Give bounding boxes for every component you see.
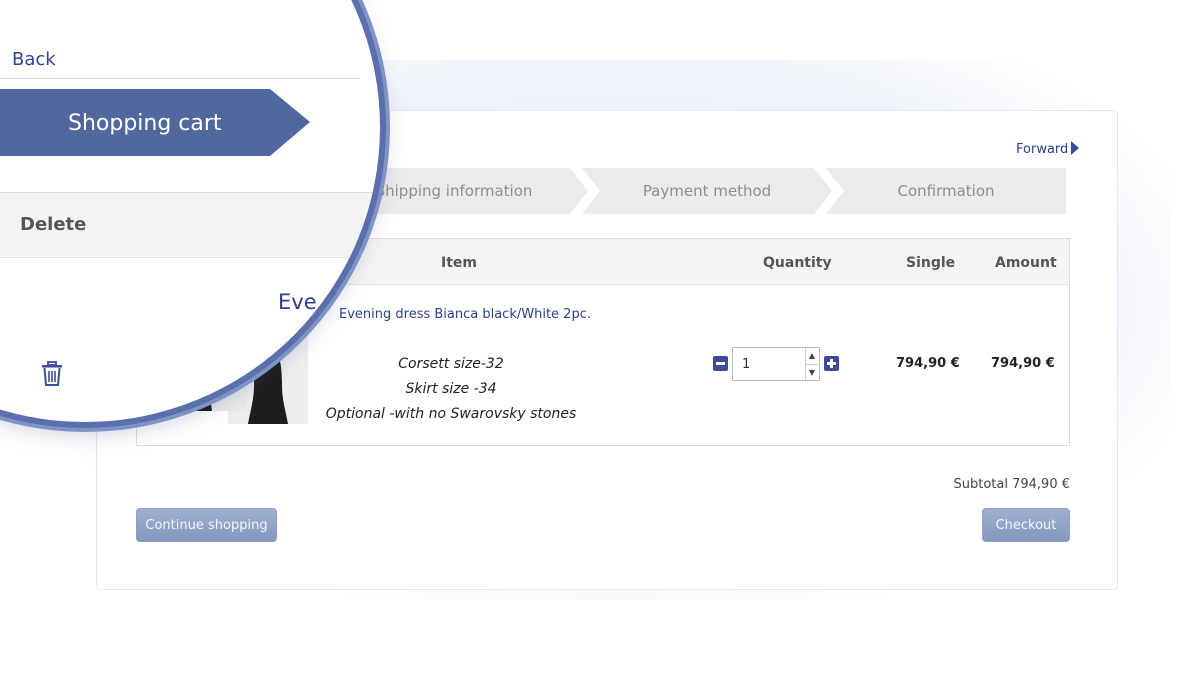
forward-arrow-icon bbox=[1071, 141, 1080, 155]
header-amount: Amount bbox=[995, 255, 1057, 271]
trash-icon[interactable] bbox=[41, 361, 63, 386]
continue-shopping-button[interactable]: Continue shopping bbox=[136, 508, 277, 542]
magnifier-lens: Back Shopping cart Delete Eve bbox=[0, 0, 380, 422]
back-link[interactable]: Back bbox=[12, 49, 56, 70]
plus-icon[interactable] bbox=[824, 356, 839, 371]
shopping-cart-screen: Forward Shipping information Payment met… bbox=[0, 0, 1200, 676]
spin-up-icon[interactable]: ▲ bbox=[805, 348, 818, 364]
magnified-product-title[interactable]: Eve bbox=[278, 290, 317, 314]
amount-price: 794,90 € bbox=[991, 356, 1055, 371]
header-single: Single bbox=[906, 255, 956, 271]
step-confirmation[interactable]: Confirmation bbox=[826, 168, 1066, 214]
single-price: 794,90 € bbox=[896, 356, 960, 371]
checkout-button[interactable]: Checkout bbox=[982, 508, 1070, 542]
header-quantity: Quantity bbox=[763, 255, 832, 271]
step-shopping-cart-label[interactable]: Shopping cart bbox=[68, 111, 222, 136]
minus-icon[interactable] bbox=[713, 356, 728, 371]
header-delete: Delete bbox=[20, 214, 87, 235]
forward-link[interactable]: Forward bbox=[1016, 141, 1080, 157]
divider bbox=[0, 78, 360, 79]
step-payment-method[interactable]: Payment method bbox=[582, 168, 832, 214]
checkout-steps: Shipping information Payment method Conf… bbox=[320, 168, 1066, 214]
spin-down-icon[interactable]: ▼ bbox=[805, 364, 818, 380]
header-item: Item bbox=[441, 255, 477, 271]
magnified-view: Back Shopping cart Delete Eve bbox=[0, 0, 380, 422]
subtotal: Subtotal 794,90 € bbox=[953, 477, 1071, 492]
forward-link-label[interactable]: Forward bbox=[1016, 142, 1068, 157]
